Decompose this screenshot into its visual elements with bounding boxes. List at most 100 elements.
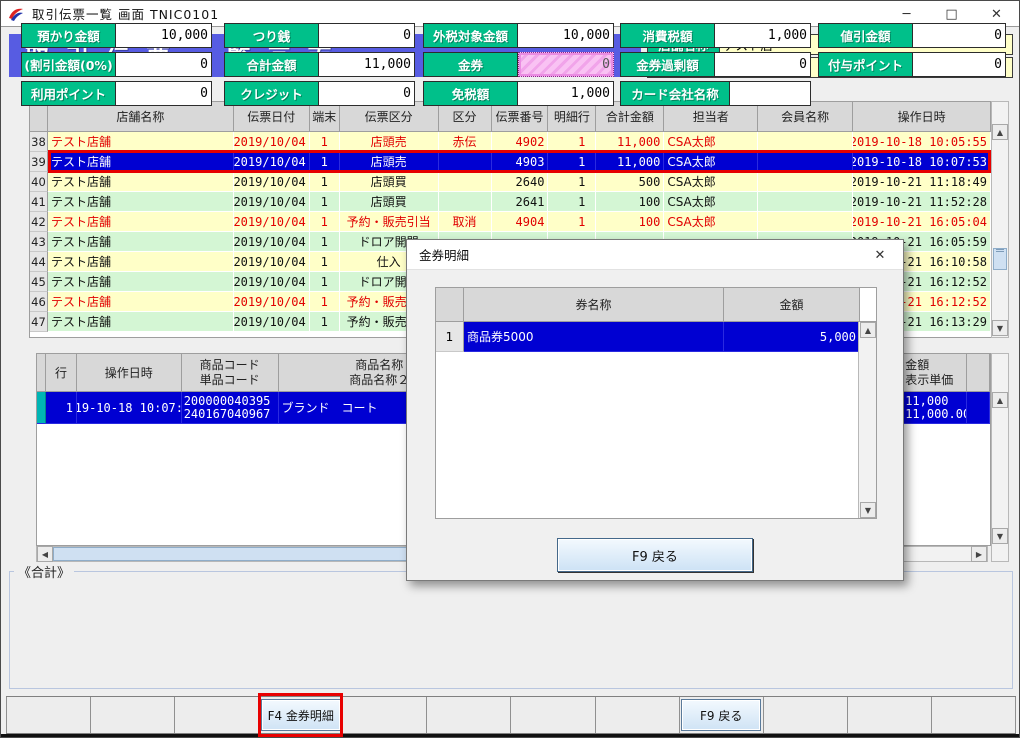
- cell-date: 2019/10/04: [234, 252, 310, 272]
- cell-store: テスト店舗: [48, 292, 234, 312]
- cell-slip-no: 4904: [492, 212, 549, 232]
- cell-rowno: 44: [30, 252, 48, 272]
- scroll-down-icon[interactable]: ▼: [992, 528, 1008, 544]
- voucher-amount-input[interactable]: 0: [518, 52, 614, 77]
- slip-table-header: 店舗名称 伝票日付 端末 伝票区分 区分 伝票番号 明細行 合計金額 担当者 会…: [30, 102, 991, 132]
- function-slot: [91, 697, 175, 733]
- function-slot-f9: F9 戻る: [680, 697, 764, 733]
- cell-division: [439, 192, 492, 212]
- slip-table-scrollbar[interactable]: ▲ ▼: [991, 101, 1009, 338]
- cell-date: 2019/10/04: [234, 172, 310, 192]
- cell-rowno: 38: [30, 132, 48, 152]
- table-row[interactable]: 41 テスト店舗 2019/10/04 1 店頭買 2641 1 100 CSA…: [30, 192, 991, 212]
- cell-terminal: 1: [310, 172, 340, 192]
- field-voucher: 金券0: [423, 52, 614, 77]
- column-header-store: 店舗名称: [48, 102, 234, 131]
- column-header-date: 伝票日付: [234, 102, 310, 131]
- voucher-row[interactable]: 1 商品券5000 5,000: [436, 322, 876, 352]
- cell-date: 2019/10/04: [234, 272, 310, 292]
- cell-date: 2019/10/04: [234, 152, 310, 172]
- column-header-optime: 操作日時: [853, 102, 991, 131]
- cell-division: [439, 152, 492, 172]
- cell-rowno: 45: [30, 272, 48, 292]
- function-slot-f4: F4 金券明細: [259, 697, 343, 733]
- cell-member: [758, 212, 853, 232]
- table-row[interactable]: 40 テスト店舗 2019/10/04 1 店頭買 2640 1 500 CSA…: [30, 172, 991, 192]
- field-change: つり銭0: [224, 23, 415, 48]
- cell-terminal: 1: [310, 212, 340, 232]
- cell-amount: 11,000 11,000.00: [900, 392, 967, 424]
- cell-rowno: 41: [30, 192, 48, 212]
- scroll-down-icon[interactable]: ▼: [860, 502, 876, 518]
- scroll-up-icon[interactable]: ▲: [992, 392, 1008, 408]
- voucher-table: 券名称 金額 1 商品券5000 5,000 ▲ ▼: [435, 287, 877, 519]
- function-slot: [511, 697, 595, 733]
- function-slot: [427, 697, 511, 733]
- cell-terminal: 1: [310, 312, 340, 332]
- column-header-staff: 担当者: [664, 102, 758, 131]
- cell-staff: CSA太郎: [664, 132, 758, 152]
- cell-optime: 2019-10-18 10:07:53: [77, 392, 182, 424]
- column-header-rowno: [30, 102, 48, 131]
- cell-date: 2019/10/04: [234, 312, 310, 332]
- scroll-down-icon[interactable]: ▼: [992, 320, 1008, 336]
- column-header-terminal: 端末: [310, 102, 340, 131]
- window-title: 取引伝票一覧 画面 TNIC0101: [32, 4, 219, 23]
- column-header-marker: [37, 354, 46, 391]
- scroll-left-icon[interactable]: ◀: [37, 546, 53, 562]
- cell-total: 100: [596, 212, 664, 232]
- cell-member: [758, 172, 853, 192]
- cell-line-no: 1: [46, 392, 77, 424]
- cell-store: テスト店舗: [48, 212, 234, 232]
- cell-store: テスト店舗: [48, 192, 234, 212]
- column-header-extra: [967, 354, 990, 391]
- cell-voucher-amount: 5,000: [724, 322, 860, 352]
- cell-optime: 2019-10-18 10:05:55: [853, 132, 991, 152]
- cell-date: 2019/10/04: [234, 292, 310, 312]
- cell-store: テスト店舗: [48, 132, 234, 152]
- cell-optime: 2019-10-21 16:05:04: [853, 212, 991, 232]
- f4-voucher-detail-button[interactable]: F4 金券明細: [261, 699, 341, 731]
- cell-division: [439, 172, 492, 192]
- cell-slip-type: 予約・販売引当: [340, 212, 439, 232]
- field-tax-free: 免税額1,000: [423, 81, 614, 106]
- cell-date: 2019/10/04: [234, 132, 310, 152]
- cell-rowno: 46: [30, 292, 48, 312]
- scroll-right-icon[interactable]: ▶: [971, 546, 987, 562]
- scroll-up-icon[interactable]: ▲: [992, 124, 1008, 140]
- cell-total: 500: [596, 172, 664, 192]
- cell-rowno: 1: [436, 322, 464, 352]
- field-deposit: 預かり金額10,000: [21, 23, 212, 48]
- field-voucher-excess: 金券過剰額0: [620, 52, 811, 77]
- dialog-close-icon[interactable]: ✕: [865, 240, 895, 270]
- cell-staff: CSA太郎: [664, 192, 758, 212]
- f9-back-button[interactable]: F9 戻る: [681, 699, 761, 731]
- cell-terminal: 1: [310, 252, 340, 272]
- cell-slip-no: 2641: [492, 192, 549, 212]
- cell-extra: [967, 392, 990, 424]
- cell-store: テスト店舗: [48, 152, 234, 172]
- cell-rowno: 42: [30, 212, 48, 232]
- voucher-table-scrollbar[interactable]: ▲ ▼: [858, 322, 876, 518]
- scroll-up-icon[interactable]: ▲: [860, 322, 876, 338]
- field-grand-total: 合計金額11,000: [224, 52, 415, 77]
- table-row[interactable]: 42 テスト店舗 2019/10/04 1 予約・販売引当 取消 4904 1 …: [30, 212, 991, 232]
- dialog-f9-back-button[interactable]: F9 戻る: [557, 538, 753, 572]
- cell-slip-type: 店頭売: [340, 132, 439, 152]
- cell-voucher-name: 商品券5000: [464, 322, 724, 352]
- voucher-detail-dialog: 金券明細 ✕ 券名称 金額 1 商品券5000 5,000 ▲ ▼ F9 戻る: [406, 239, 904, 581]
- field-taxable-amount: 外税対象金額10,000: [423, 23, 614, 48]
- scrollbar-thumb[interactable]: [993, 248, 1007, 270]
- detail-table-vscrollbar[interactable]: ▲ ▼: [991, 353, 1009, 562]
- cell-store: テスト店舗: [48, 232, 234, 252]
- table-row[interactable]: 38 テスト店舗 2019/10/04 1 店頭売 赤伝 4902 1 11,0…: [30, 132, 991, 152]
- function-slot: [596, 697, 680, 733]
- column-header-slip-type: 伝票区分: [340, 102, 439, 131]
- function-bar: F4 金券明細 F9 戻る: [6, 696, 1016, 734]
- table-row[interactable]: 39 テスト店舗 2019/10/04 1 店頭売 4903 1 11,000 …: [30, 152, 991, 172]
- field-discount-amount: 値引金額0: [818, 23, 1006, 48]
- cell-slip-no: 2640: [492, 172, 549, 192]
- cell-optime: 2019-10-21 11:52:28: [853, 192, 991, 212]
- column-header-voucher-name: 券名称: [464, 288, 724, 321]
- cell-optime: 2019-10-21 11:18:49: [853, 172, 991, 192]
